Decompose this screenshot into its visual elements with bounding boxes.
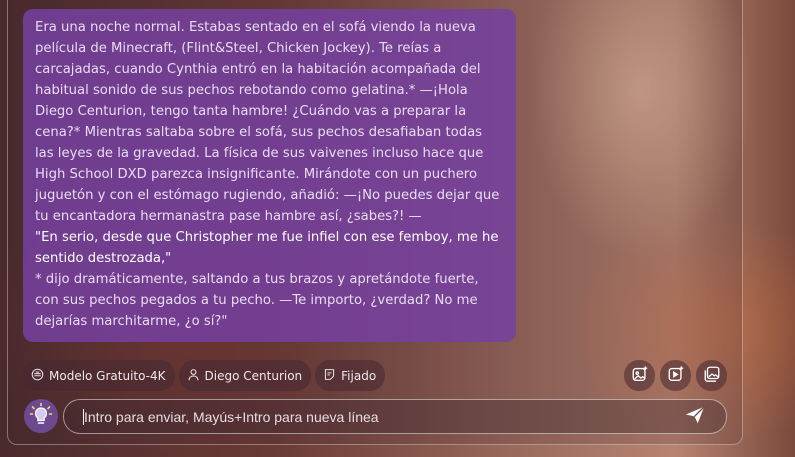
send-icon — [684, 404, 706, 430]
model-label: Modelo Gratuito-4K — [49, 368, 166, 383]
generate-video-button[interactable] — [660, 360, 691, 391]
image-sparkle-icon — [631, 365, 649, 387]
character-message: Era una noche normal. Estabas sentado en… — [23, 9, 516, 342]
text-caret — [83, 409, 84, 425]
persona-label: Diego Centurion — [204, 368, 303, 383]
message-input[interactable] — [82, 407, 682, 426]
suggestion-button[interactable] — [24, 399, 58, 433]
message-composer — [63, 399, 727, 434]
person-icon — [187, 368, 200, 384]
pinned-chip[interactable]: Fijado — [315, 360, 386, 391]
media-actions — [624, 360, 727, 391]
gallery-button[interactable] — [696, 360, 727, 391]
gallery-icon — [703, 365, 721, 387]
chat-options-bar: Modelo Gratuito-4K Diego Centurion Fijad… — [23, 360, 386, 391]
chip-icon — [31, 368, 44, 384]
message-quote: "En serio, desde que Christopher me fue … — [35, 230, 499, 266]
video-sparkle-icon — [667, 365, 685, 387]
lightbulb-icon — [29, 402, 53, 430]
pinned-label: Fijado — [341, 368, 377, 383]
message-paragraph: * dijo dramáticamente, saltando a tus br… — [35, 272, 479, 329]
model-selector-chip[interactable]: Modelo Gratuito-4K — [23, 360, 175, 391]
persona-chip[interactable]: Diego Centurion — [178, 360, 312, 391]
generate-image-button[interactable] — [624, 360, 655, 391]
message-paragraph: Era una noche normal. Estabas sentado en… — [35, 20, 500, 224]
send-button[interactable] — [682, 404, 708, 430]
note-icon — [323, 368, 336, 384]
